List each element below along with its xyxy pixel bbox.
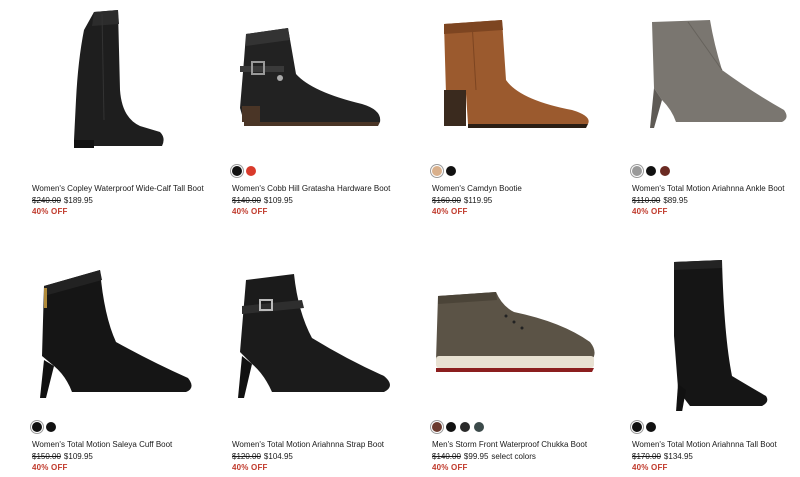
product-price: $240.00 $189.95 xyxy=(32,196,96,206)
sale-price: $119.95 xyxy=(463,196,493,205)
discount-badge: 40% OFF xyxy=(632,207,668,216)
product-image[interactable] xyxy=(232,256,417,411)
product-card[interactable]: Women's Cobb Hill Gratasha Hardware Boot… xyxy=(232,0,417,220)
product-name[interactable]: Women's Total Motion Ariahnna Tall Boot xyxy=(632,440,777,450)
color-swatch-black[interactable] xyxy=(632,422,642,432)
sale-price: $189.95 xyxy=(63,196,93,205)
color-swatch-tan[interactable] xyxy=(432,166,442,176)
product-card[interactable]: Women's Total Motion Saleya Cuff Boot $1… xyxy=(32,256,217,476)
sale-price: $89.95 xyxy=(663,196,688,205)
discount-badge: 40% OFF xyxy=(232,207,268,216)
sale-price: $99.95 xyxy=(463,452,489,461)
product-price: $150.00 $109.95 xyxy=(32,452,96,462)
product-price: $170.00 $134.95 xyxy=(632,452,696,462)
color-swatch-slate[interactable] xyxy=(474,422,484,432)
chukka-boot-icon xyxy=(436,292,595,372)
product-name[interactable]: Women's Cobb Hill Gratasha Hardware Boot xyxy=(232,184,390,194)
original-price: $160.00 xyxy=(432,196,461,205)
ankle-boot-icon xyxy=(650,20,787,128)
color-swatch-brown[interactable] xyxy=(432,422,442,432)
original-price: $120.00 xyxy=(232,452,261,461)
product-name[interactable]: Women's Total Motion Saleya Cuff Boot xyxy=(32,440,172,450)
color-swatches xyxy=(432,422,484,434)
tall-heeled-boot-icon xyxy=(674,260,768,411)
cuff-boot-icon xyxy=(40,270,192,398)
sale-price: $109.95 xyxy=(263,196,293,205)
color-swatch-black[interactable] xyxy=(32,422,42,432)
discount-badge: 40% OFF xyxy=(632,463,668,472)
color-swatches xyxy=(232,166,256,178)
sale-price: $134.95 xyxy=(663,452,693,461)
product-card[interactable]: Men's Storm Front Waterproof Chukka Boot… xyxy=(432,256,617,476)
color-swatch-grey[interactable] xyxy=(632,166,642,176)
product-price: $140.00 $109.95 xyxy=(232,196,296,206)
product-image[interactable] xyxy=(632,0,800,155)
buckle-boot-icon xyxy=(240,28,381,126)
color-swatch-black-alt[interactable] xyxy=(646,422,656,432)
color-swatches xyxy=(632,422,656,434)
product-image[interactable] xyxy=(232,0,417,155)
product-name[interactable]: Women's Copley Waterproof Wide-Calf Tall… xyxy=(32,184,204,194)
product-card[interactable]: Women's Total Motion Ariahnna Tall Boot … xyxy=(632,256,800,476)
discount-badge: 40% OFF xyxy=(432,463,468,472)
color-swatch-black[interactable] xyxy=(446,166,456,176)
color-swatches xyxy=(432,166,456,178)
product-price: $140.00 $99.95 select colors xyxy=(432,452,536,462)
sale-price: $109.95 xyxy=(63,452,93,461)
discount-badge: 40% OFF xyxy=(232,463,268,472)
product-name[interactable]: Men's Storm Front Waterproof Chukka Boot xyxy=(432,440,587,450)
original-price: $150.00 xyxy=(32,452,61,461)
product-image[interactable] xyxy=(432,0,617,155)
product-name[interactable]: Women's Camdyn Bootie xyxy=(432,184,522,194)
original-price: $170.00 xyxy=(632,452,661,461)
discount-badge: 40% OFF xyxy=(32,463,68,472)
product-grid: Women's Copley Waterproof Wide-Calf Tall… xyxy=(0,0,800,477)
original-price: $140.00 xyxy=(432,452,461,461)
product-image[interactable] xyxy=(432,256,617,411)
original-price: $140.00 xyxy=(232,196,261,205)
color-swatch-burgundy[interactable] xyxy=(660,166,670,176)
tall-boot-icon xyxy=(74,10,164,148)
product-image[interactable] xyxy=(32,256,217,411)
original-price: $110.00 xyxy=(632,196,661,205)
discount-badge: 40% OFF xyxy=(432,207,468,216)
product-price: $160.00 $119.95 xyxy=(432,196,495,206)
product-image[interactable] xyxy=(632,256,800,411)
original-price: $240.00 xyxy=(32,196,61,205)
product-card[interactable]: Women's Total Motion Ariahnna Ankle Boot… xyxy=(632,0,800,220)
color-swatch-black[interactable] xyxy=(232,166,242,176)
color-swatch-red[interactable] xyxy=(246,166,256,176)
color-swatch-charcoal[interactable] xyxy=(460,422,470,432)
price-note: select colors xyxy=(491,452,536,461)
product-name[interactable]: Women's Total Motion Ariahnna Ankle Boot xyxy=(632,184,784,194)
color-swatch-black-alt[interactable] xyxy=(46,422,56,432)
sale-price: $104.95 xyxy=(263,452,293,461)
color-swatches xyxy=(32,422,56,434)
product-card[interactable]: Women's Total Motion Ariahnna Strap Boot… xyxy=(232,256,417,476)
color-swatches xyxy=(632,166,670,178)
product-card[interactable]: Women's Camdyn Bootie $160.00 $119.95 40%… xyxy=(432,0,617,220)
product-image[interactable] xyxy=(32,0,217,155)
product-price: $110.00 $89.95 xyxy=(632,196,691,206)
discount-badge: 40% OFF xyxy=(32,207,68,216)
color-swatch-black[interactable] xyxy=(446,422,456,432)
color-swatch-black[interactable] xyxy=(646,166,656,176)
strap-boot-icon xyxy=(238,274,390,398)
product-price: $120.00 $104.95 xyxy=(232,452,296,462)
product-name[interactable]: Women's Total Motion Ariahnna Strap Boot xyxy=(232,440,384,450)
bootie-icon xyxy=(444,20,589,128)
product-card[interactable]: Women's Copley Waterproof Wide-Calf Tall… xyxy=(32,0,217,220)
